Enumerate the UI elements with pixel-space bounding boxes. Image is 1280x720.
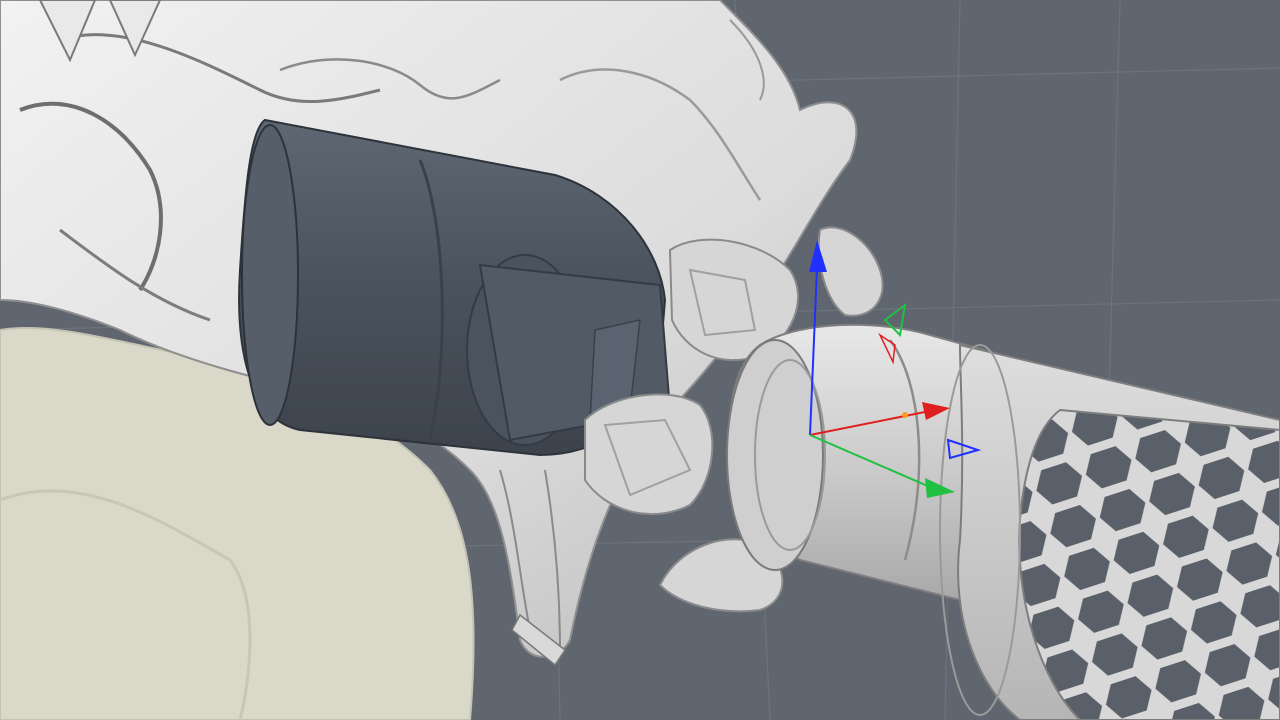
gizmo-center[interactable] xyxy=(902,412,908,418)
viewport-canvas[interactable] xyxy=(0,0,1280,720)
3d-viewport[interactable] xyxy=(0,0,1280,720)
